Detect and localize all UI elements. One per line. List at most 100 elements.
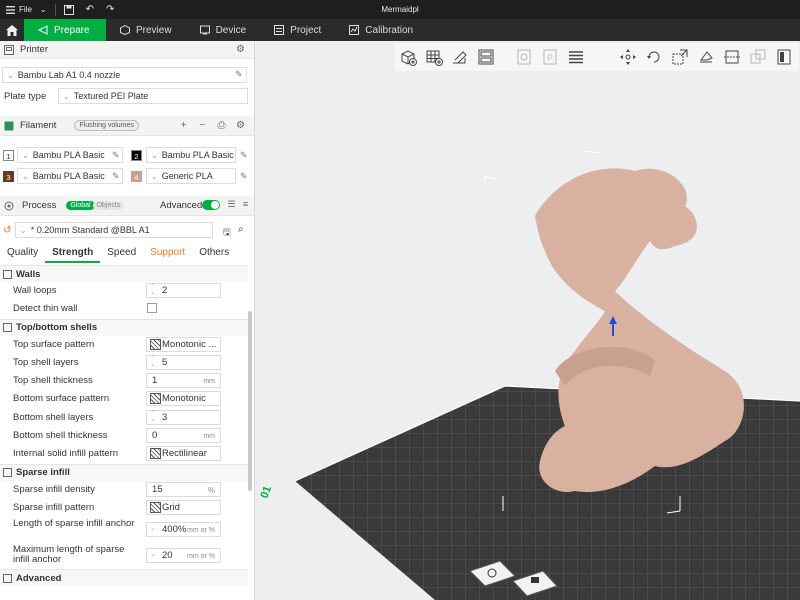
bottom-pattern-label: Bottom surface pattern <box>13 393 110 405</box>
redo-button[interactable]: ↷ <box>100 0 120 19</box>
separator <box>54 3 56 16</box>
process-preset-select[interactable]: ⌄ * 0.20mm Standard @BBL A1 <box>15 222 213 238</box>
chevron-down-icon[interactable]: ⌄ <box>150 525 156 532</box>
list-icon[interactable]: ≡ <box>240 199 251 210</box>
infill-pattern-select[interactable]: Grid <box>146 499 221 515</box>
tab-preview[interactable]: Preview <box>106 19 186 41</box>
compare-icon[interactable]: ☰ <box>226 199 237 210</box>
top-layers-label: Top shell layers <box>13 356 79 368</box>
chevron-down-icon: ⌄ <box>151 150 158 160</box>
printer-icon <box>4 44 14 55</box>
minus-icon[interactable]: − <box>197 120 208 131</box>
undo-button[interactable]: ↶ <box>80 0 100 19</box>
settings-scrollbar[interactable] <box>248 311 252 491</box>
grid-pattern-icon <box>150 501 161 513</box>
spinner-icon[interactable]: ⌃ ⌄ <box>150 355 156 368</box>
top-layers-value: 5 <box>162 356 168 368</box>
advanced-switch[interactable] <box>202 200 220 210</box>
filament-slot-2-number[interactable]: 2 <box>131 150 142 161</box>
tab-project[interactable]: Project <box>260 19 335 41</box>
filament-slot-2-select[interactable]: ⌄ Bambu PLA Basic <box>146 147 236 163</box>
internal-pattern-row: Internal solid infill pattern Rectilinea… <box>0 445 248 463</box>
settings-list: Walls Wall loops ⌃ ⌄ 2 Detect thin wall To… <box>0 265 248 587</box>
filament-slot-4-name: Generic PLA <box>161 171 213 181</box>
scene-canvas[interactable]: 01 <box>255 41 800 600</box>
plate-type-select[interactable]: ⌄ Textured PEI Plate <box>58 88 248 104</box>
top-pattern-label: Top surface pattern <box>13 338 95 350</box>
top-pattern-row: Top surface pattern Monotonic ... <box>0 336 248 354</box>
chevron-down-icon: ⌄ <box>20 225 27 235</box>
bottom-thickness-input[interactable]: 0 mm <box>146 428 221 444</box>
tab-prepare[interactable]: Prepare <box>24 19 106 41</box>
sync-icon[interactable]: ⎙ <box>216 120 227 131</box>
chevron-down-icon[interactable]: ⌄ <box>40 5 47 14</box>
flushing-volumes-button[interactable]: Flushing volumes <box>74 120 139 131</box>
edit-icon[interactable]: ✎ <box>235 69 243 80</box>
edit-icon[interactable]: ✎ <box>112 150 120 161</box>
filament-icon <box>4 121 14 130</box>
filament-slot-1-name: Bambu PLA Basic <box>32 150 105 160</box>
objects-toggle[interactable]: Objects <box>92 201 125 210</box>
detect-thin-wall-row: Detect thin wall <box>0 300 248 318</box>
save-icon[interactable]: 🖫 <box>223 225 231 241</box>
filament-slot-4-number[interactable]: 4 <box>131 171 142 182</box>
infill-density-input[interactable]: 15% <box>146 481 221 497</box>
max-anchor-length-input[interactable]: ⌄ 20 mm or % <box>146 548 221 564</box>
wall-loops-input[interactable]: ⌃ ⌄ 2 <box>146 283 221 298</box>
detect-thin-wall-checkbox[interactable] <box>147 303 157 314</box>
edit-icon[interactable]: ✎ <box>112 171 120 182</box>
bottom-layers-label: Bottom shell layers <box>13 411 94 423</box>
wall-loops-label: Wall loops <box>13 285 57 296</box>
file-menu-label[interactable]: File <box>19 5 32 14</box>
filament-slot-1-select[interactable]: ⌄ Bambu PLA Basic <box>17 147 123 163</box>
process-section-header: Process Global Objects Advanced ☰ ≡ <box>0 196 254 216</box>
top-layers-input[interactable]: ⌃ ⌄ 5 <box>146 354 221 370</box>
home-button[interactable] <box>0 19 24 41</box>
tab-others[interactable]: Others <box>192 245 236 263</box>
redo-icon: ↷ <box>105 4 115 15</box>
filament-slot-1-number[interactable]: 1 <box>3 150 14 161</box>
filament-slot-4-select[interactable]: ⌄ Generic PLA <box>146 168 236 184</box>
unit-label: mm or % <box>187 527 215 535</box>
spinner-icon[interactable]: ⌃ ⌄ <box>150 410 156 423</box>
filament-slot-3-number[interactable]: 3 <box>3 171 14 182</box>
edit-icon[interactable]: ✎ <box>240 150 248 161</box>
menu-button[interactable]: File ⌄ <box>0 0 53 19</box>
chevron-down-icon: ⌄ <box>63 91 70 101</box>
top-pattern-select[interactable]: Monotonic ... <box>146 336 221 352</box>
model-mermaid[interactable] <box>535 168 744 492</box>
tab-quality[interactable]: Quality <box>0 245 45 263</box>
infill-density-row: Sparse infill density 15% <box>0 481 248 499</box>
gear-icon[interactable]: ⚙ <box>235 120 246 131</box>
reset-icon[interactable]: ↺ <box>3 225 11 236</box>
pattern-icon <box>150 448 161 460</box>
walls-group-header: Walls <box>0 265 248 282</box>
tab-calibration[interactable]: Calibration <box>335 19 427 41</box>
top-thickness-input[interactable]: 1 mm <box>146 373 221 389</box>
chevron-down-icon[interactable]: ⌄ <box>150 551 156 558</box>
tab-speed[interactable]: Speed <box>100 245 143 263</box>
internal-pattern-label: Internal solid infill pattern <box>13 448 119 460</box>
calibration-icon <box>349 25 360 35</box>
save-button[interactable] <box>58 0 80 19</box>
3d-viewport[interactable]: P 01 <box>255 41 800 600</box>
unit-label: mm <box>203 378 215 386</box>
tab-strength[interactable]: Strength <box>45 245 101 263</box>
wall-loops-value: 2 <box>162 285 168 296</box>
printer-select[interactable]: ⌄ Bambu Lab A1 0.4 nozzle ✎ <box>2 67 247 83</box>
hamburger-icon <box>6 5 15 14</box>
walls-title: Walls <box>16 268 41 280</box>
spinner-icon[interactable]: ⌃ ⌄ <box>150 283 156 296</box>
global-toggle[interactable]: Global <box>66 201 95 210</box>
tab-support[interactable]: Support <box>143 245 192 263</box>
anchor-length-input[interactable]: ⌄ 400% mm or % <box>146 522 221 538</box>
internal-pattern-select[interactable]: Rectilinear <box>146 446 221 462</box>
bottom-layers-input[interactable]: ⌃ ⌄ 3 <box>146 409 221 425</box>
bottom-pattern-select[interactable]: Monotonic <box>146 391 221 407</box>
gear-icon[interactable]: ⚙ <box>235 44 246 55</box>
filament-slot-3-select[interactable]: ⌄ Bambu PLA Basic <box>17 168 123 184</box>
plus-icon[interactable]: + <box>178 120 189 131</box>
tab-device[interactable]: Device <box>186 19 261 41</box>
search-icon[interactable]: ⌕ <box>238 224 244 235</box>
edit-icon[interactable]: ✎ <box>240 171 248 182</box>
